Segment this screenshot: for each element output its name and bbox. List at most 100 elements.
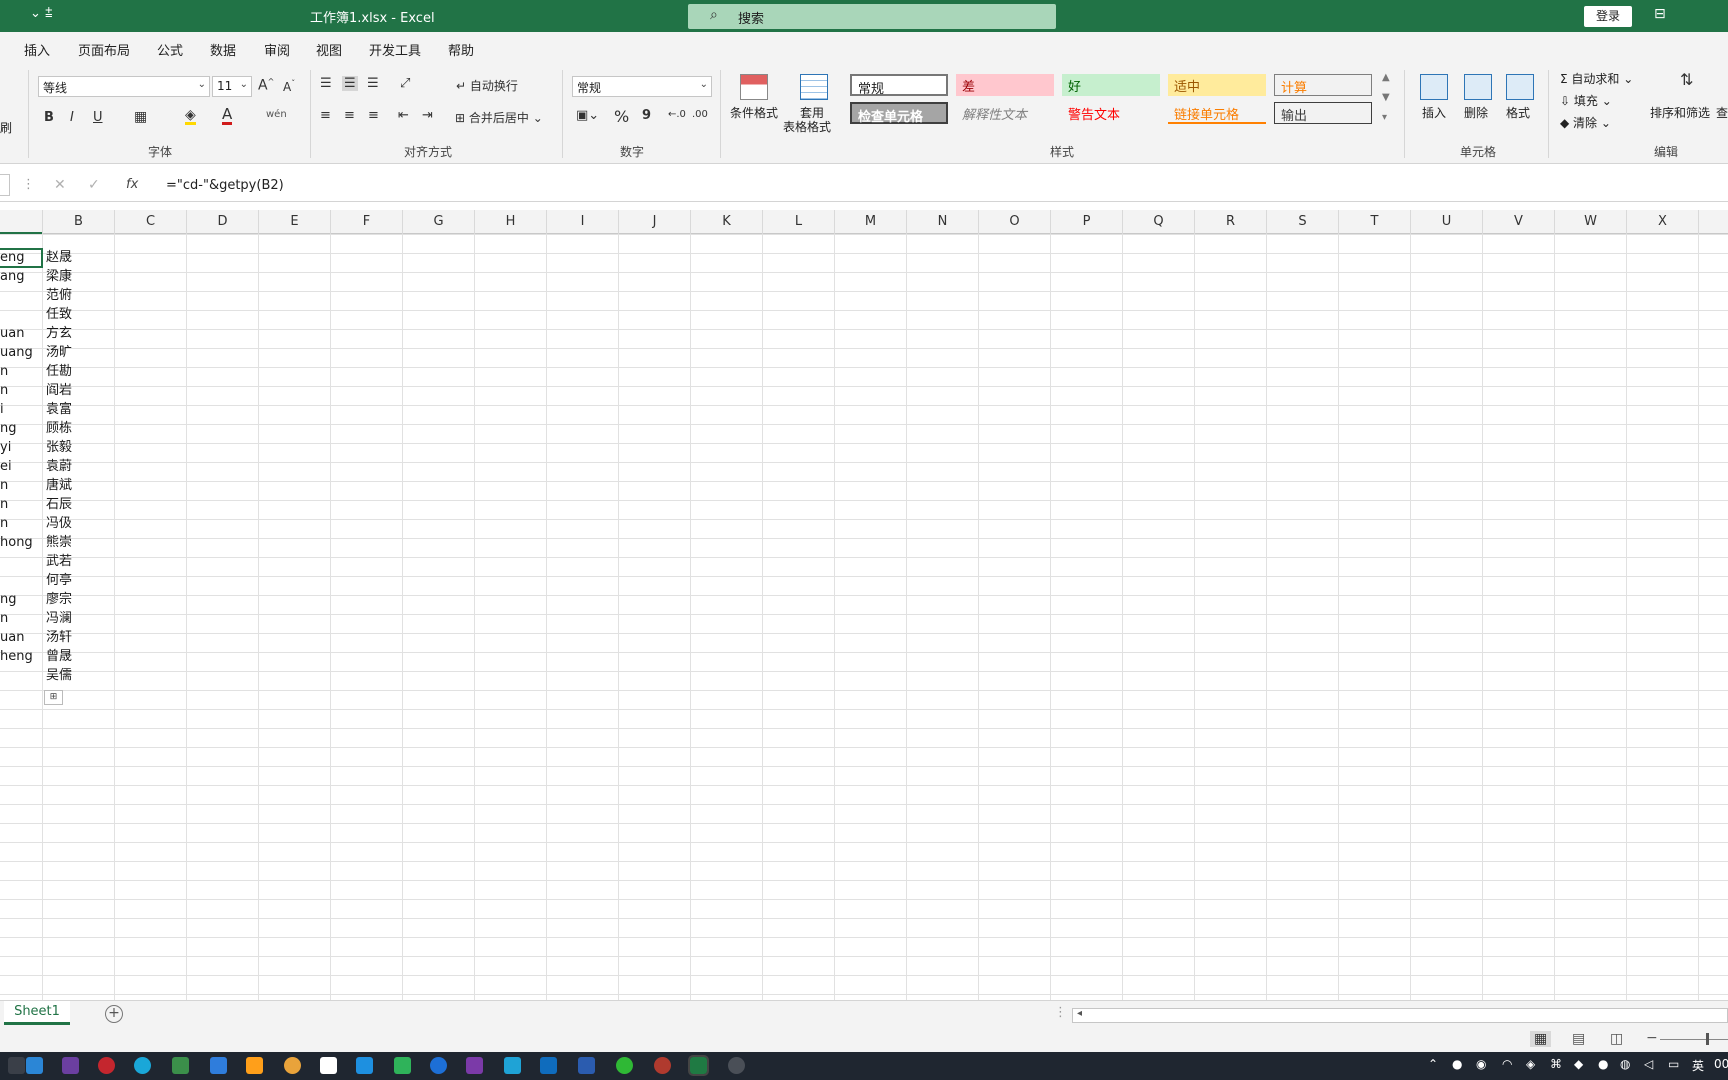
tray-app-icon[interactable]: ⌘ xyxy=(1550,1057,1562,1071)
bold-button[interactable]: B xyxy=(44,110,54,125)
zoom-slider[interactable] xyxy=(1660,1039,1728,1040)
cell-b[interactable]: 范俯 xyxy=(46,286,114,305)
zoom-out-button[interactable]: − xyxy=(1646,1030,1658,1046)
insert-label[interactable]: 插入 xyxy=(1422,104,1446,121)
login-button[interactable]: 登录 xyxy=(1584,6,1632,27)
clock[interactable]: 00 xyxy=(1714,1057,1728,1071)
excel-icon[interactable] xyxy=(688,1055,709,1076)
cell-b[interactable]: 顾栋 xyxy=(46,419,114,438)
horizontal-scrollbar[interactable]: ◂ xyxy=(1072,1008,1728,1023)
cell-b[interactable]: 袁富 xyxy=(46,400,114,419)
tray-app-icon[interactable]: ◉ xyxy=(1476,1057,1486,1071)
cell-b[interactable]: 汤轩 xyxy=(46,628,114,647)
typora-icon[interactable] xyxy=(320,1057,337,1074)
wechat-tray-icon[interactable]: ● xyxy=(1598,1057,1608,1071)
styles-more-icon[interactable]: ▾ xyxy=(1382,112,1387,123)
cell-a[interactable]: hong xyxy=(0,533,42,552)
taskbar-app-icon[interactable] xyxy=(654,1057,671,1074)
format-painter-label[interactable]: 刷 xyxy=(0,119,12,136)
cell-b[interactable]: 任致 xyxy=(46,305,114,324)
cell-a[interactable]: uang xyxy=(0,343,42,362)
tab-data[interactable]: 数据 xyxy=(210,40,236,59)
cell-a[interactable]: n xyxy=(0,514,42,533)
cell-a[interactable] xyxy=(0,286,42,305)
more-options-icon[interactable]: ⋮ xyxy=(22,177,35,192)
column-header-e[interactable]: E xyxy=(259,210,331,234)
font-color-icon[interactable]: A xyxy=(222,107,233,125)
font-size-select[interactable]: 11 ⌄ xyxy=(212,76,252,97)
underline-button[interactable]: U xyxy=(93,110,103,125)
delete-cells-icon[interactable] xyxy=(1464,74,1492,100)
taskbar-app-icon[interactable] xyxy=(430,1057,447,1074)
name-box[interactable] xyxy=(0,174,10,196)
volume-icon[interactable]: ◁ xyxy=(1644,1057,1653,1071)
merge-center-button[interactable]: ⊞ 合并后居中 ⌄ xyxy=(455,109,543,126)
style-neutral[interactable]: 适中 xyxy=(1168,74,1266,96)
column-header-g[interactable]: G xyxy=(403,210,475,234)
align-center-icon[interactable]: ≡ xyxy=(344,108,355,123)
tab-page-layout[interactable]: 页面布局 xyxy=(78,40,130,59)
cell-a[interactable]: i xyxy=(0,400,42,419)
column-header-l[interactable]: L xyxy=(763,210,835,234)
taskbar-app-icon[interactable] xyxy=(728,1057,745,1074)
percent-button[interactable]: % xyxy=(614,107,629,126)
align-right-icon[interactable]: ≡ xyxy=(368,108,379,123)
decrease-decimal-icon[interactable]: .00 xyxy=(692,109,708,120)
cell-a[interactable]: n xyxy=(0,362,42,381)
cell-a[interactable]: n xyxy=(0,476,42,495)
cell-a[interactable] xyxy=(0,666,42,685)
number-format-select[interactable]: 常规 ⌄ xyxy=(572,76,712,97)
styles-scroll-down-icon[interactable]: ▼ xyxy=(1382,92,1390,103)
styles-scroll-up-icon[interactable]: ▲ xyxy=(1382,72,1390,83)
taskbar-app-icon[interactable] xyxy=(8,1057,25,1074)
cell-a[interactable]: n xyxy=(0,381,42,400)
cell-b[interactable]: 张毅 xyxy=(46,438,114,457)
clear-button[interactable]: ◆ 清除 ⌄ xyxy=(1560,114,1611,131)
style-normal[interactable]: 常规 xyxy=(850,74,948,97)
sort-filter-label[interactable]: 排序和筛选 xyxy=(1650,104,1710,121)
column-header-r[interactable]: R xyxy=(1195,210,1267,234)
style-output[interactable]: 输出 xyxy=(1274,102,1372,124)
sheet-tab[interactable]: Sheet1 xyxy=(4,1001,70,1025)
column-header-m[interactable]: M xyxy=(835,210,907,234)
border-icon[interactable]: ▦ xyxy=(134,109,147,125)
column-header-c[interactable]: C xyxy=(115,210,187,234)
tab-view[interactable]: 视图 xyxy=(316,40,342,59)
style-check-cell[interactable]: 检查单元格 xyxy=(850,102,948,125)
column-header-t[interactable]: T xyxy=(1339,210,1411,234)
cell-b[interactable]: 廖宗 xyxy=(46,590,114,609)
cell-a[interactable]: uan xyxy=(0,324,42,343)
increase-font-icon[interactable]: A^ xyxy=(258,77,274,94)
sort-filter-icon[interactable]: ⇅ xyxy=(1680,70,1693,89)
wrap-text-button[interactable]: ↵ 自动换行 xyxy=(456,77,518,94)
column-header-s[interactable]: S xyxy=(1267,210,1339,234)
cell-a[interactable]: n xyxy=(0,609,42,628)
style-bad[interactable]: 差 xyxy=(956,74,1054,96)
taskbar-app-icon[interactable] xyxy=(540,1057,557,1074)
column-header-p[interactable]: P xyxy=(1051,210,1123,234)
conditional-format-icon[interactable] xyxy=(740,74,768,100)
cell-a[interactable] xyxy=(0,571,42,590)
format-label[interactable]: 格式 xyxy=(1506,104,1530,121)
wechat-icon[interactable] xyxy=(616,1057,633,1074)
find-label[interactable]: 查 xyxy=(1716,104,1728,121)
fill-button[interactable]: ⇩ 填充 ⌄ xyxy=(1560,92,1612,109)
comma-button[interactable]: 9 xyxy=(642,108,651,123)
active-cell[interactable] xyxy=(0,248,43,268)
style-calc[interactable]: 计算 xyxy=(1274,74,1372,96)
tab-insert[interactable]: 插入 xyxy=(24,40,50,59)
column-header-f[interactable]: F xyxy=(331,210,403,234)
scroll-left-icon[interactable]: ◂ xyxy=(1077,1008,1082,1019)
tab-formulas[interactable]: 公式 xyxy=(157,40,183,59)
tray-app-icon[interactable]: ◍ xyxy=(1620,1057,1630,1071)
column-header-q[interactable]: Q xyxy=(1123,210,1195,234)
style-warning[interactable]: 警告文本 xyxy=(1062,102,1160,124)
cell-a[interactable] xyxy=(0,305,42,324)
cell-b[interactable]: 吴儒 xyxy=(46,666,114,685)
cell-b[interactable]: 冯伋 xyxy=(46,514,114,533)
tab-splitter-icon[interactable]: ⋮ xyxy=(1054,1005,1067,1020)
insert-cells-icon[interactable] xyxy=(1420,74,1448,100)
tray-app-icon[interactable]: ◈ xyxy=(1526,1057,1535,1071)
search-box[interactable]: ⌕ 搜索 xyxy=(688,4,1056,29)
orientation-icon[interactable]: ⤢ xyxy=(400,76,410,91)
